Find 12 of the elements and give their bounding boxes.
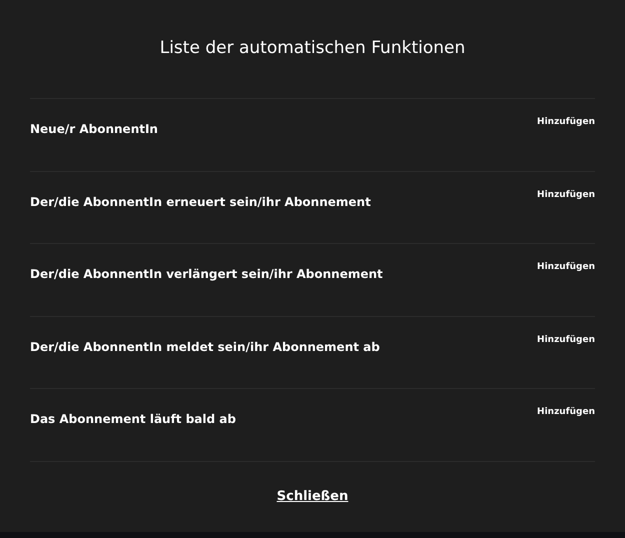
automation-label: Der/die AbonnentIn erneuert sein/ihr Abonnement [30,194,371,210]
dialog-title: Liste der automatischen Funktionen [158,37,466,60]
close-link[interactable]: Schließen [276,488,348,506]
add-link[interactable]: Hinzufügen [537,334,595,346]
automation-label: Neue/r AbonnentIn [30,121,158,137]
automation-label: Das Abonnement läuft bald ab [30,411,236,427]
automation-label: Der/die AbonnentIn meldet sein/ihr Abonnement ab [30,338,380,354]
add-link[interactable]: Hinzufügen [537,261,595,273]
automation-label: Der/die AbonnentIn verlängert sein/ihr Abonnement [30,266,383,282]
add-link[interactable]: Hinzufügen [537,406,595,418]
add-link[interactable]: Hinzufügen [537,188,595,200]
add-link[interactable]: Hinzufügen [537,116,595,128]
